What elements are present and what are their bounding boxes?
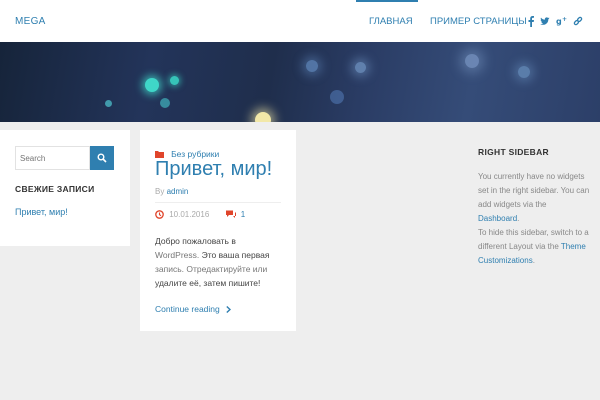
category-link[interactable]: Без рубрики [171, 149, 219, 159]
excerpt-text: WordPress. [155, 250, 200, 260]
facebook-icon[interactable] [527, 15, 537, 27]
recent-posts-heading: СВЕЖИЕ ЗАПИСИ [15, 184, 95, 194]
sidebar-text: You currently have no widgets set in the… [478, 172, 590, 209]
post-date[interactable]: 10.01.2016 [169, 210, 209, 219]
post-excerpt: Добро пожаловать в WordPress. Это ваша п… [155, 234, 285, 290]
nav-item-sample-page[interactable]: ПРИМЕР СТРАНИЦЫ [430, 16, 527, 27]
comments-icon [225, 210, 236, 219]
svg-text:+: + [562, 16, 567, 23]
chevron-right-icon [226, 306, 232, 314]
right-sidebar: RIGHT SIDEBAR You currently have no widg… [478, 147, 590, 268]
link-icon[interactable] [573, 15, 583, 27]
google-plus-icon[interactable]: g + [556, 15, 567, 27]
bokeh-light [518, 66, 530, 78]
folder-icon [155, 150, 164, 158]
nav-item-home[interactable]: ГЛАВНАЯ [369, 16, 413, 27]
site-header: MEGA ГЛАВНАЯ ПРИМЕР СТРАНИЦЫ g + [0, 0, 600, 42]
excerpt-text: Это ваша первая [201, 250, 270, 260]
bokeh-light [160, 98, 170, 108]
bokeh-light [255, 112, 271, 122]
dashboard-link[interactable]: Dashboard [478, 214, 517, 223]
right-sidebar-text: You currently have no widgets set in the… [478, 172, 590, 265]
post-meta: 10.01.2016 1 [155, 210, 245, 219]
bokeh-light [355, 62, 366, 73]
bokeh-light [465, 54, 479, 68]
excerpt-text: запись. Отредактируйте или [155, 264, 268, 274]
comments-count[interactable]: 1 [241, 210, 245, 219]
excerpt-text: Добро пожаловать в [155, 236, 236, 246]
bokeh-light [330, 90, 344, 104]
bokeh-light [306, 60, 318, 72]
nav-active-indicator [356, 0, 418, 2]
post-title[interactable]: Привет, мир! [155, 158, 272, 181]
header-banner-image [0, 42, 600, 122]
continue-reading-label: Continue reading [155, 304, 220, 314]
site-logo[interactable]: MEGA [15, 16, 46, 27]
right-sidebar-heading: RIGHT SIDEBAR [478, 147, 549, 157]
continue-reading-link[interactable]: Continue reading [155, 304, 232, 314]
byline-label: By [155, 187, 165, 196]
post-byline: By admin [155, 187, 188, 196]
bokeh-light [170, 76, 179, 85]
divider [155, 202, 281, 203]
search-button[interactable] [90, 146, 114, 170]
bokeh-light [145, 78, 159, 92]
bokeh-light [105, 100, 112, 107]
recent-post-link[interactable]: Привет, мир! [15, 207, 68, 217]
author-link[interactable]: admin [167, 187, 189, 196]
post-card: Без рубрики Привет, мир! By admin 10.01.… [140, 130, 296, 331]
left-sidebar: СВЕЖИЕ ЗАПИСИ Привет, мир! [0, 130, 130, 246]
search-icon [97, 153, 107, 163]
twitter-icon[interactable] [540, 15, 550, 27]
clock-icon [155, 210, 164, 220]
search-input[interactable] [15, 146, 90, 170]
excerpt-text: удалите её, затем пишите! [155, 278, 261, 288]
